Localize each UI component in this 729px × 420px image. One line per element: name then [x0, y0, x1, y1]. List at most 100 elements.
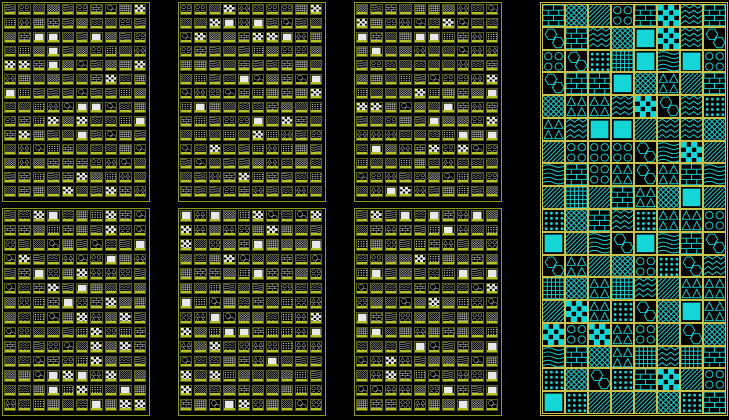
hexagon-hatch-cell[interactable]: [356, 172, 369, 183]
zigzag-hatch-cell[interactable]: [588, 26, 611, 50]
triangle-hatch-cell[interactable]: [456, 224, 470, 237]
zigzag-hatch-cell[interactable]: [442, 282, 455, 295]
zigzag-hatch-cell[interactable]: [194, 144, 207, 155]
diagonal-hatch-cell[interactable]: [266, 297, 279, 309]
hatch-sheet-2b[interactable]: [178, 208, 326, 416]
solid-hatch-cell[interactable]: [442, 384, 455, 397]
dots-hatch-cell[interactable]: [32, 399, 46, 411]
hexagon-hatch-cell[interactable]: [104, 130, 118, 141]
triangle-hatch-cell[interactable]: [657, 72, 680, 96]
wave-hatch-cell[interactable]: [295, 18, 308, 29]
dots-hatch-cell[interactable]: [90, 210, 103, 222]
zigzag-hatch-cell[interactable]: [18, 312, 31, 324]
dots-hatch-cell[interactable]: [485, 32, 498, 43]
wave-hatch-cell[interactable]: [208, 46, 222, 57]
triangle-hatch-cell[interactable]: [90, 370, 103, 382]
grid-hatch-cell[interactable]: [384, 102, 398, 113]
checker-hatch-cell[interactable]: [47, 282, 60, 295]
hexagon-hatch-cell[interactable]: [180, 88, 193, 99]
diagonal-hatch-cell[interactable]: [61, 399, 74, 411]
wave-hatch-cell[interactable]: [657, 140, 680, 164]
circle-hatch-cell[interactable]: [223, 116, 236, 127]
zigzag-hatch-cell[interactable]: [657, 117, 680, 141]
dots-hatch-cell[interactable]: [657, 254, 680, 278]
wave-hatch-cell[interactable]: [223, 158, 236, 169]
hexagon-hatch-cell[interactable]: [634, 300, 657, 323]
brick-hatch-cell[interactable]: [399, 224, 412, 237]
solid-hatch-cell[interactable]: [634, 26, 657, 50]
circle-hatch-cell[interactable]: [399, 399, 412, 411]
grid-hatch-cell[interactable]: [295, 88, 308, 99]
cad-model-space[interactable]: [0, 0, 729, 420]
wave-hatch-cell[interactable]: [456, 355, 470, 368]
solid-hatch-cell[interactable]: [309, 74, 322, 85]
cross-hatch-cell[interactable]: [295, 268, 308, 280]
cross-hatch-cell[interactable]: [657, 391, 680, 414]
triangle-hatch-cell[interactable]: [18, 144, 31, 155]
diagonal-hatch-cell[interactable]: [356, 224, 369, 237]
circle-hatch-cell[interactable]: [295, 46, 308, 57]
grid-hatch-cell[interactable]: [119, 4, 132, 15]
wave-hatch-cell[interactable]: [208, 74, 222, 85]
circle-hatch-cell[interactable]: [703, 368, 726, 392]
cross-hatch-cell[interactable]: [485, 210, 498, 222]
diagonal-hatch-cell[interactable]: [442, 60, 455, 71]
wave-hatch-cell[interactable]: [413, 355, 426, 368]
brick-hatch-cell[interactable]: [280, 253, 294, 266]
solid-hatch-cell[interactable]: [485, 268, 498, 280]
solid-hatch-cell[interactable]: [61, 297, 74, 309]
checker-hatch-cell[interactable]: [18, 60, 31, 71]
solid-hatch-cell[interactable]: [611, 72, 634, 96]
dots-hatch-cell[interactable]: [252, 88, 265, 99]
dots-hatch-cell[interactable]: [428, 253, 441, 266]
dots-hatch-cell[interactable]: [90, 384, 103, 397]
cross-hatch-cell[interactable]: [442, 4, 455, 15]
brick-hatch-cell[interactable]: [180, 116, 193, 127]
dots-hatch-cell[interactable]: [76, 326, 89, 339]
grid-hatch-cell[interactable]: [485, 355, 498, 368]
wave-hatch-cell[interactable]: [61, 282, 74, 295]
wave-hatch-cell[interactable]: [471, 384, 484, 397]
checker-hatch-cell[interactable]: [133, 60, 146, 71]
diagonal-hatch-cell[interactable]: [32, 74, 46, 85]
circle-hatch-cell[interactable]: [266, 4, 279, 15]
grid-hatch-cell[interactable]: [32, 130, 46, 141]
diagonal-hatch-cell[interactable]: [471, 341, 484, 353]
solid-hatch-cell[interactable]: [252, 18, 265, 29]
brick-hatch-cell[interactable]: [456, 32, 470, 43]
diagonal-hatch-cell[interactable]: [76, 186, 89, 197]
zigzag-hatch-cell[interactable]: [680, 26, 703, 50]
cross-hatch-cell[interactable]: [471, 399, 484, 411]
solid-hatch-cell[interactable]: [133, 116, 146, 127]
cross-hatch-cell[interactable]: [90, 172, 103, 183]
solid-hatch-cell[interactable]: [485, 88, 498, 99]
zigzag-hatch-cell[interactable]: [119, 102, 132, 113]
brick-hatch-cell[interactable]: [90, 4, 103, 15]
grid-hatch-cell[interactable]: [61, 239, 74, 251]
solid-hatch-cell[interactable]: [611, 117, 634, 141]
brick-hatch-cell[interactable]: [280, 60, 294, 71]
diagonal-hatch-cell[interactable]: [76, 341, 89, 353]
checker-hatch-cell[interactable]: [18, 253, 31, 266]
triangle-hatch-cell[interactable]: [588, 277, 611, 301]
checker-hatch-cell[interactable]: [76, 312, 89, 324]
checker-hatch-cell[interactable]: [104, 74, 118, 85]
dots-hatch-cell[interactable]: [565, 391, 588, 414]
hexagon-hatch-cell[interactable]: [703, 231, 726, 255]
cross-hatch-cell[interactable]: [295, 239, 308, 251]
wave-hatch-cell[interactable]: [471, 268, 484, 280]
dots-hatch-cell[interactable]: [237, 210, 250, 222]
brick-hatch-cell[interactable]: [237, 239, 250, 251]
grid-hatch-cell[interactable]: [208, 253, 222, 266]
diagonal-hatch-cell[interactable]: [384, 74, 398, 85]
checker-hatch-cell[interactable]: [76, 268, 89, 280]
dots-hatch-cell[interactable]: [280, 297, 294, 309]
wave-hatch-cell[interactable]: [4, 4, 17, 15]
zigzag-hatch-cell[interactable]: [428, 268, 441, 280]
cross-hatch-cell[interactable]: [542, 95, 565, 118]
brick-hatch-cell[interactable]: [588, 209, 611, 232]
zigzag-hatch-cell[interactable]: [471, 18, 484, 29]
cross-hatch-cell[interactable]: [356, 74, 369, 85]
diagonal-hatch-cell[interactable]: [194, 239, 207, 251]
brick-hatch-cell[interactable]: [565, 163, 588, 187]
